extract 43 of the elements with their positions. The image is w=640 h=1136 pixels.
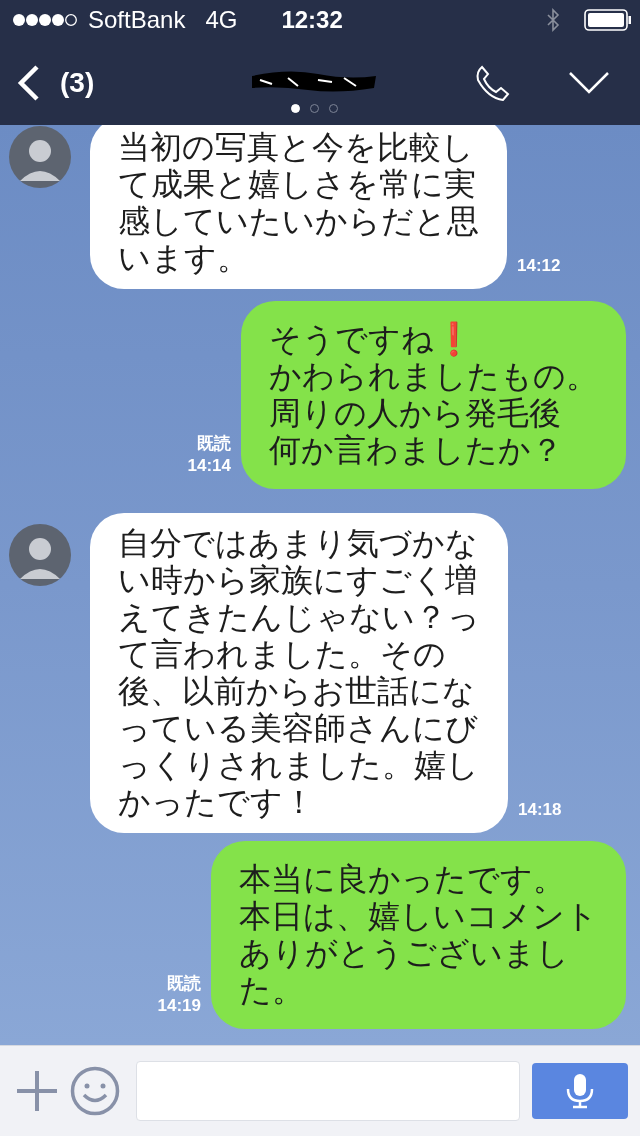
message-text-line: かわられましたもの。 [269,358,598,395]
clock: 12:32 [281,6,343,34]
chevron-left-icon [16,63,40,102]
message-time: 14:18 [518,799,562,821]
microphone-icon [565,1073,595,1109]
signal-icon [12,13,80,27]
read-receipt: 既読 [167,973,201,995]
message-text-line: 当初の写真と今を比較し [118,129,475,166]
message-text-line: っている美容師さんにび [118,710,479,747]
emoji-icon[interactable] [70,1066,120,1116]
message-text-line: 感していたいからだと思 [118,203,479,240]
message-text-line: た。 [239,972,305,1009]
bluetooth-icon [546,8,560,32]
plus-icon[interactable] [16,1070,58,1112]
message-input[interactable] [136,1061,520,1121]
message-time: 14:19 [157,995,201,1017]
message-text-line: て言われました。その [118,636,447,673]
message-text-line: 本日は、嬉しいコメント [239,898,598,935]
read-receipt: 既読 [197,433,231,455]
avatar [8,125,72,189]
message-text-line: 自分ではあまり気づかな [118,525,479,562]
chevron-down-icon[interactable] [568,70,610,95]
message-text-line: 周りの人から発毛後 [269,395,562,432]
message-text-line: そうですね❗ [269,321,475,358]
battery-icon [584,9,632,31]
network-label: 4G [205,6,238,34]
message-text-line: 本当に良かったです。 [239,861,566,898]
message-time: 14:14 [187,455,231,477]
message-text-line: い時から家族にすごく増 [118,562,478,599]
message-text-line: います。 [118,240,250,277]
message-text-line: えてきたんじゃない？っ [118,599,480,636]
message-time: 14:12 [517,255,561,277]
message-text-line: っくりされました。嬉し [118,747,480,784]
phone-icon[interactable] [474,63,510,102]
message-text-line: かったです！ [118,784,316,821]
message-text-line: 何か言わましたか？ [269,432,564,469]
back-button[interactable]: (3) [16,63,95,102]
message-text-line: ありがとうございまし [239,935,570,972]
carrier-label: SoftBank [88,6,186,34]
avatar [8,523,72,587]
message-text-line: て成果と嬉しさを常に実 [118,166,477,203]
message-text-line: 後、以前からお世話にな [118,673,476,710]
microphone-button[interactable] [532,1063,628,1119]
